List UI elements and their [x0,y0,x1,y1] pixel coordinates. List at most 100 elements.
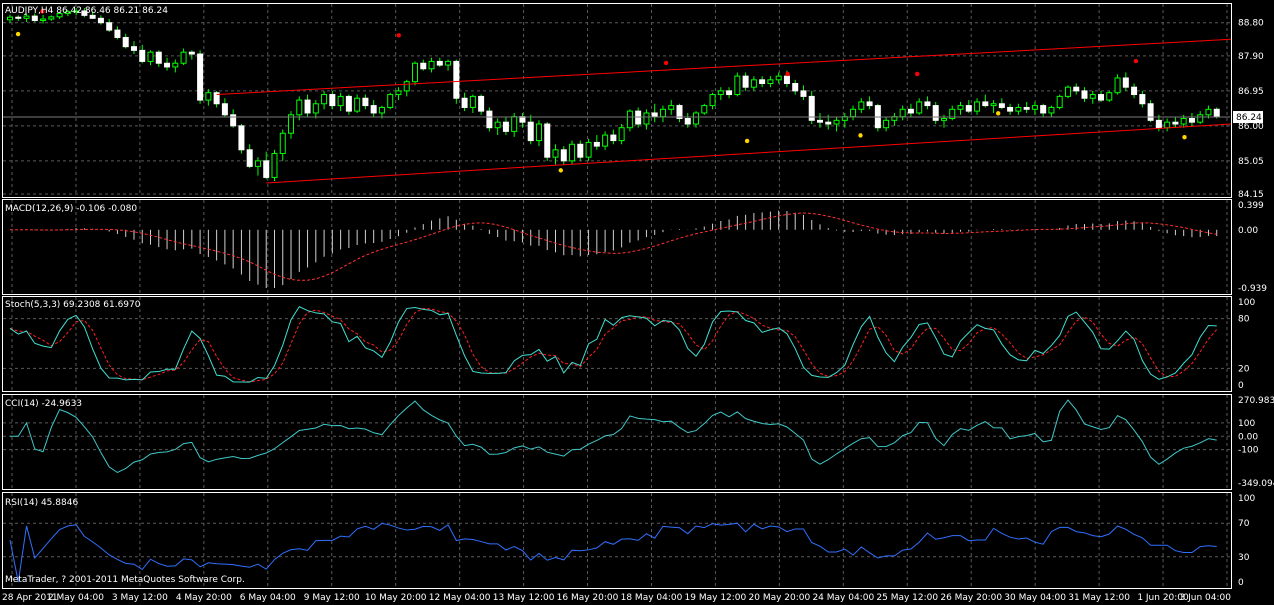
candle-body-down [155,51,162,64]
rsi-y-tick: 100 [1238,494,1255,504]
candle-body-up [552,149,559,158]
x-tick-label: 26 May 20:00 [940,593,1002,603]
candle-body-up [1180,117,1187,125]
candle-body-down [453,60,460,99]
x-tick-label: 12 May 04:00 [429,593,491,603]
candle-body-down [197,53,204,101]
candle-body-up [412,62,418,83]
candle-body-up [1056,95,1063,108]
cci-y-tick: 270.983 [1238,396,1274,406]
candle-body-down [544,123,551,158]
candle-body-up [767,79,774,85]
candle-body-up [899,108,906,118]
candle-body-down [783,75,790,85]
candle-body-up [312,103,319,114]
x-tick-label: 3 Jun 04:00 [1180,593,1232,603]
candle-body-down [1131,86,1138,96]
macd-y-tick: -0.939 [1238,284,1267,294]
current-price-text: 86.24 [1236,113,1262,123]
candle-body-down [527,121,534,142]
candle-body-up [172,62,179,68]
x-tick-label: 6 May 04:00 [240,593,296,603]
candle-body-down [817,119,823,123]
price-y-tick: 85.05 [1238,157,1264,167]
candle-body-down [164,62,171,68]
candle-body-up [940,117,947,121]
candle-body-up [883,119,890,129]
cci-label: CCI(14) -24.9633 [5,399,82,409]
candle-body-down [230,114,237,127]
candle-body-down [800,90,807,97]
candle-body-up [271,152,278,178]
stoch-label: Stoch(5,3,3) 69.2308 61.6970 [5,300,141,310]
candle-body-up [569,143,576,162]
candle-body-down [726,90,733,96]
candle-body-up [321,94,328,105]
candle-body-down [238,125,245,151]
x-tick-label: 18 May 04:00 [621,593,683,603]
x-tick-label: 4 May 20:00 [176,593,232,603]
candle-body-down [1040,105,1047,114]
candle [874,103,881,132]
candle-body-up [387,94,394,108]
candle [585,138,592,161]
x-tick-label: 9 May 12:00 [304,593,360,603]
down-fractal-dot [558,168,563,173]
candle [569,140,576,165]
candle-body-up [403,81,410,92]
candle [486,107,493,132]
candle-body-up [254,160,261,167]
x-tick-label: 2 May 04:00 [48,593,104,603]
candle-body-down [502,121,509,132]
candle-body-up [494,121,501,129]
candle [544,122,551,161]
candle-body-down [560,149,567,162]
candle-body-up [1015,106,1022,112]
candle-body-up [643,112,650,125]
candle-body-down [15,16,22,19]
candle-body-down [635,110,642,125]
x-tick-label: 25 May 12:00 [876,593,938,603]
candle-body-down [114,29,121,38]
candle [701,103,708,115]
candle-body-up [1164,121,1171,129]
candle-body-up [296,99,303,116]
candle-body-down [1213,108,1220,118]
trading-chart[interactable]: 88.80 87.90 86.95 86.00 85.05 84.150.399 0.00 -… [0,0,1274,605]
candle-body-up [147,51,154,62]
candle-body-up [205,92,212,101]
time-axis: 28 Apr 20112 May 04:00 3 May 12:00 4 May 2… [2,593,1231,603]
candle-body-down [188,51,195,55]
candle-body-up [395,90,402,96]
candle-body-up [957,105,964,110]
cci-y-tick: 100 [1238,419,1255,429]
candle [734,72,741,97]
candle-body-up [974,101,981,112]
candle-body-up [916,101,923,114]
up-fractal-dot [785,71,790,77]
candle-body-down [593,141,600,147]
candle-body-up [659,108,666,118]
candle-body-down [1122,77,1129,88]
candle-body-up [354,97,361,112]
x-tick-label: 30 May 04:00 [1004,593,1066,603]
candle-body-up [717,90,724,96]
candle-body-up [23,15,30,19]
candle-body-down [684,117,691,125]
candle-body-down [329,94,336,107]
candle-body-down [742,75,749,88]
x-tick-label: 20 May 20:00 [749,593,811,603]
candle-body-up [445,60,452,66]
candle-body-up [279,132,286,154]
candle-body-up [1205,108,1212,116]
candle-body-down [486,110,493,129]
candle-body-up [775,75,782,81]
candle-body-up [602,134,609,147]
candle-body-down [907,108,914,114]
stoch-y-tick: 100 [1238,298,1255,308]
down-fractal-dot [744,138,750,144]
candle-body-up [1114,77,1121,94]
candle-body-up [1106,92,1113,101]
cci-y-tick: -100 [1238,446,1259,456]
candle-body-up [585,141,592,158]
